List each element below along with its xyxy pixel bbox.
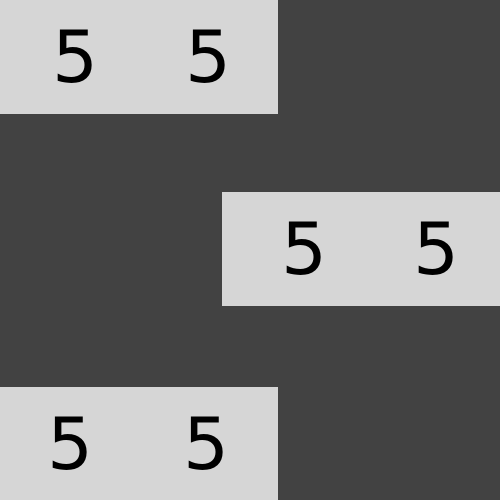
- tile-value[interactable]: 5: [281, 213, 327, 285]
- tile-value[interactable]: 5: [183, 408, 229, 480]
- tile-value[interactable]: 5: [47, 408, 93, 480]
- tile-value[interactable]: 5: [52, 21, 98, 93]
- tile-row-1[interactable]: 5 5: [0, 0, 278, 114]
- game-board: 5 5 5 5 5 5: [0, 0, 500, 500]
- tile-row-3[interactable]: 5 5: [0, 387, 278, 500]
- tile-value[interactable]: 5: [185, 21, 231, 93]
- tile-row-2[interactable]: 5 5: [222, 192, 500, 306]
- tile-value[interactable]: 5: [413, 213, 459, 285]
